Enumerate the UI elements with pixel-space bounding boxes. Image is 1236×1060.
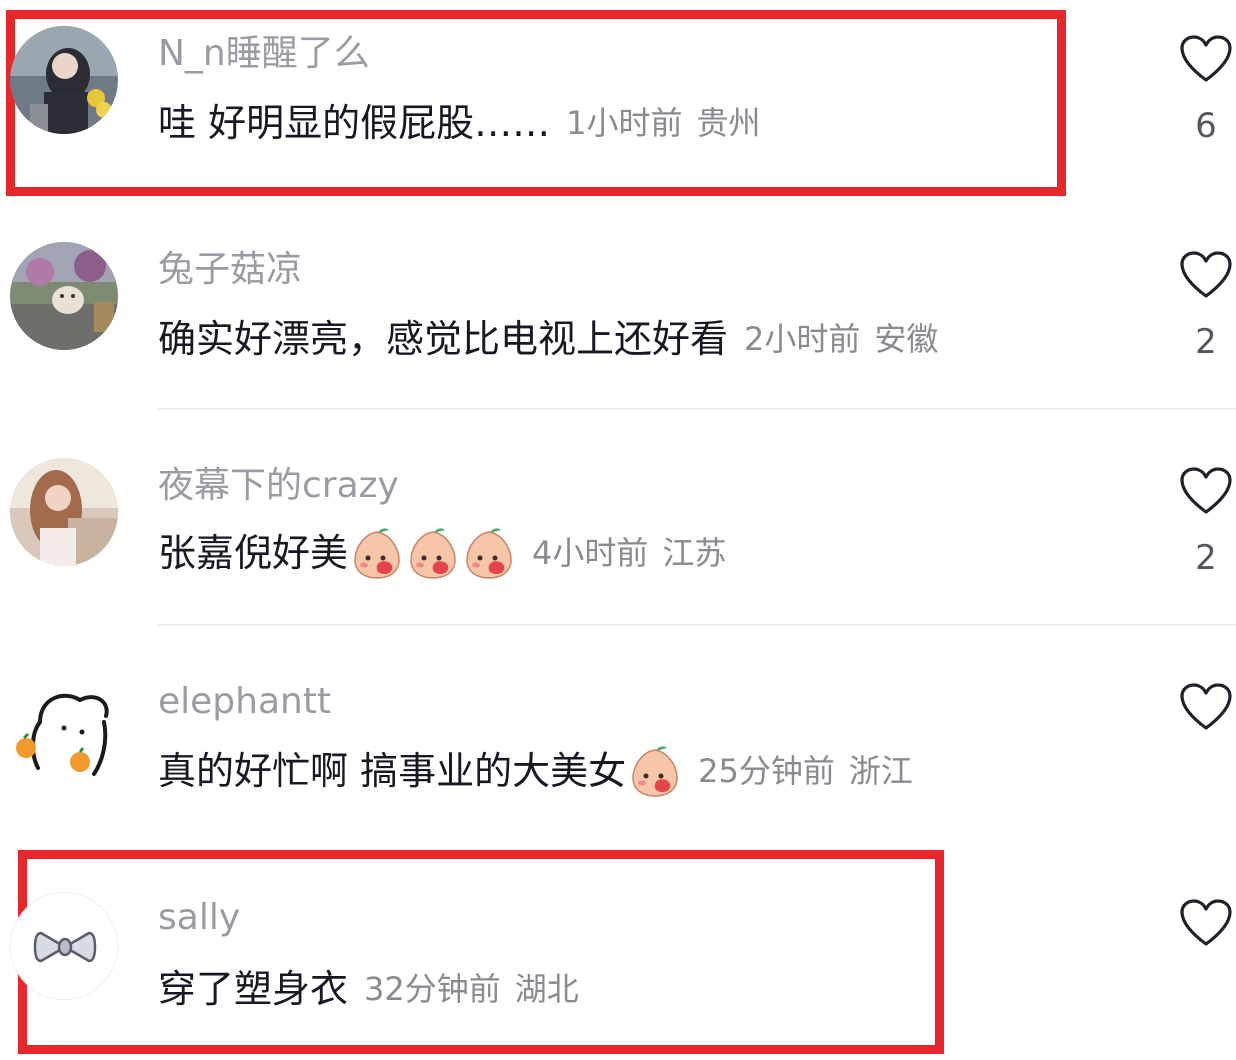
comment-meta: 4小时前 江苏 (532, 528, 726, 578)
comment-username[interactable]: 兔子菇凉 (158, 248, 302, 292)
comment-item[interactable]: elephantt 真的好忙啊 搞事业的大美女 25分钟前 浙江 (0, 626, 1236, 836)
comment-meta: 1小时前 贵州 (566, 98, 760, 148)
comment-meta: 2小时前 安徽 (744, 314, 938, 364)
comment-text: 穿了塑身衣 (158, 967, 349, 1011)
comment-item[interactable]: 兔子菇凉 确实好漂亮，感觉比电视上还好看 2小时前 安徽 2 (0, 200, 1236, 410)
comment-time: 4小时前 (532, 534, 649, 572)
avatar[interactable] (10, 682, 118, 790)
comment-time: 2小时前 (744, 320, 861, 358)
comment-item[interactable]: N_n睡醒了么 哇 好明显的假屁股…… 1小时前 贵州 6 (0, 0, 1236, 200)
heart-outline-icon[interactable] (1179, 898, 1233, 948)
comment-body: 真的好忙啊 搞事业的大美女 25分钟前 浙江 (158, 744, 913, 798)
comment-body: 张嘉倪好美 4小时前 江苏 (158, 526, 726, 580)
heart-outline-icon[interactable] (1179, 34, 1233, 84)
like-button[interactable]: 2 (1178, 250, 1234, 362)
like-button[interactable]: 6 (1178, 34, 1234, 146)
like-count: 2 (1195, 322, 1217, 362)
comment-text: 真的好忙啊 搞事业的大美女 (158, 749, 627, 793)
comment-username[interactable]: sally (158, 896, 240, 940)
comment-body: 哇 好明显的假屁股…… 1小时前 贵州 (158, 98, 760, 148)
like-button[interactable] (1178, 682, 1234, 754)
comment-body: 确实好漂亮，感觉比电视上还好看 2小时前 安徽 (158, 314, 938, 364)
heart-outline-icon[interactable] (1179, 250, 1233, 300)
heart-outline-icon[interactable] (1179, 466, 1233, 516)
comment-location: 江苏 (662, 534, 727, 572)
avatar[interactable] (10, 458, 118, 566)
comment-time: 32分钟前 (364, 970, 501, 1008)
comment-username[interactable]: elephantt (158, 680, 331, 724)
avatar[interactable] (10, 892, 118, 1000)
like-count: 2 (1195, 538, 1217, 578)
like-button[interactable] (1178, 898, 1234, 970)
comment-location: 安徽 (874, 320, 939, 358)
comment-text: 哇 好明显的假屁股…… (158, 101, 551, 145)
avatar[interactable] (10, 26, 118, 134)
comment-meta: 32分钟前 湖北 (364, 964, 579, 1014)
blushing-peach-emoji (628, 744, 682, 798)
comment-time: 1小时前 (566, 104, 683, 142)
blushing-peach-emoji (406, 526, 460, 580)
like-count: 6 (1195, 106, 1217, 146)
comment-location: 湖北 (514, 970, 579, 1008)
comment-time: 25分钟前 (698, 752, 835, 790)
avatar[interactable] (10, 242, 118, 350)
comment-location: 贵州 (696, 104, 761, 142)
like-button[interactable]: 2 (1178, 466, 1234, 578)
blushing-peach-emoji (462, 526, 516, 580)
comment-text: 张嘉倪好美 (158, 531, 349, 575)
blushing-peach-emoji (350, 526, 404, 580)
heart-outline-icon[interactable] (1179, 682, 1233, 732)
comment-username[interactable]: 夜幕下的crazy (158, 464, 399, 508)
comment-text: 确实好漂亮，感觉比电视上还好看 (158, 317, 729, 361)
comment-username[interactable]: N_n睡醒了么 (158, 32, 370, 76)
comment-body: 穿了塑身衣 32分钟前 湖北 (158, 964, 579, 1014)
comment-meta: 25分钟前 浙江 (698, 746, 913, 796)
comment-location: 浙江 (848, 752, 913, 790)
comment-item[interactable]: 夜幕下的crazy 张嘉倪好美 4小时前 江苏 2 (0, 410, 1236, 626)
comment-item[interactable]: sally 穿了塑身衣 32分钟前 湖北 (0, 836, 1236, 1060)
